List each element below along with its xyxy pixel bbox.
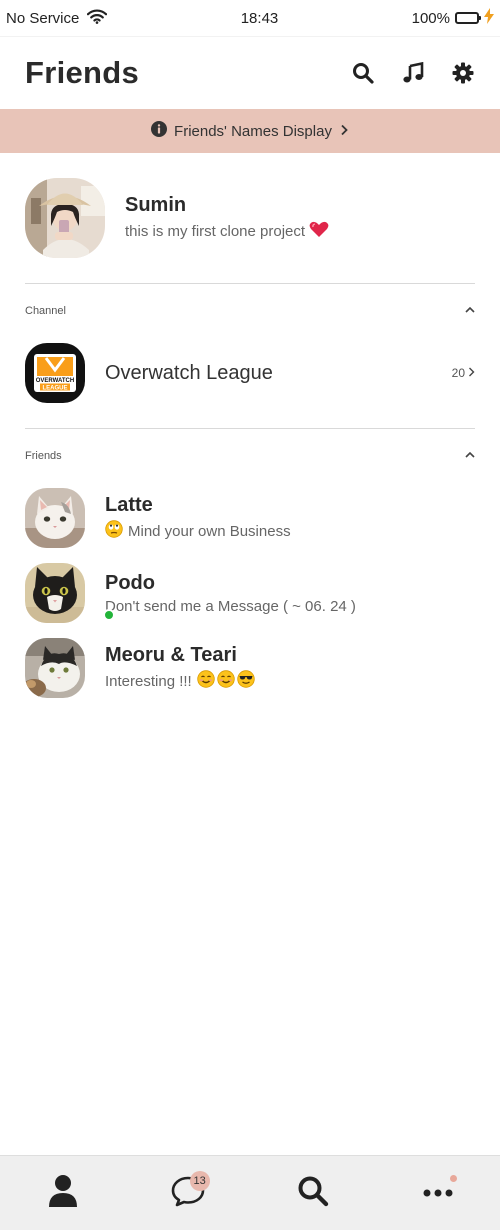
notification-dot (449, 1175, 457, 1182)
profile-status: this is my first clone project (125, 221, 329, 242)
chevron-up-icon[interactable] (465, 305, 475, 317)
friend-status: Mind your own Business (105, 520, 291, 542)
tab-search[interactable] (283, 1163, 343, 1223)
friend-name: Meoru & Teari (105, 644, 237, 666)
avatar (25, 638, 85, 698)
tab-bar: 13 (0, 1155, 500, 1230)
smile-emoji (217, 670, 235, 692)
search-icon (297, 1175, 329, 1212)
friend-status-text: Don't send me a Message ( ~ 06. 24 ) (105, 597, 356, 615)
friend-item-meoru-teari[interactable]: Meoru & Teari Interesting !!! (25, 638, 475, 698)
smile-emoji (197, 670, 215, 692)
channel-item-overwatch-league[interactable]: OVERWATCH LEAGUE Overwatch League 20 (25, 343, 475, 403)
page-header: Friends (0, 36, 500, 109)
channel-name: Overwatch League (105, 361, 273, 384)
friend-name: Podo (105, 571, 155, 594)
unread-badge: 13 (189, 1171, 210, 1191)
chevron-right-icon (468, 366, 475, 380)
friend-item-podo[interactable]: Podo Don't send me a Message ( ~ 06. 24 … (25, 563, 475, 623)
banner-label: Friends' Names Display (174, 122, 332, 140)
carrier-label: No Service (6, 9, 80, 27)
charging-icon (484, 8, 494, 28)
avatar (25, 488, 85, 548)
info-icon (151, 121, 168, 141)
friends-section-header[interactable]: Friends (25, 450, 475, 462)
profile-name: Sumin (125, 194, 187, 216)
avatar (25, 563, 85, 623)
friends-section-label: Friends (25, 450, 62, 462)
tab-chats[interactable]: 13 (158, 1163, 218, 1223)
rolling-eyes-emoji (105, 520, 123, 542)
friend-status: Interesting !!! (105, 670, 255, 692)
online-indicator (103, 609, 115, 621)
friend-status: Don't send me a Message ( ~ 06. 24 ) (105, 598, 356, 615)
battery-icon (455, 12, 481, 24)
channel-section-header[interactable]: Channel (25, 305, 475, 317)
channel-count: 20 (452, 366, 475, 380)
divider (25, 283, 475, 284)
tab-friends[interactable] (33, 1163, 93, 1223)
avatar (25, 178, 105, 258)
channel-count-value: 20 (451, 366, 465, 380)
status-bar: No Service 18:43 100% (0, 0, 500, 36)
page-title: Friends (25, 55, 140, 90)
profile-status-text: this is my first clone project (125, 223, 306, 240)
overwatch-league-logo: OVERWATCH LEAGUE (25, 343, 85, 403)
search-icon[interactable] (351, 61, 375, 85)
battery-percentage: 100% (411, 9, 450, 27)
sunglasses-emoji (237, 670, 255, 692)
friend-status-text: Mind your own Business (128, 522, 291, 540)
logo-text-bottom: LEAGUE (42, 385, 67, 391)
chevron-right-icon (339, 123, 349, 140)
channel-section-label: Channel (25, 305, 66, 317)
heart-icon (309, 221, 329, 242)
names-display-banner[interactable]: Friends' Names Display (0, 109, 500, 153)
chevron-up-icon[interactable] (465, 450, 475, 462)
clock: 18:43 (240, 9, 279, 27)
friend-item-latte[interactable]: Latte Mind your own Business (25, 488, 475, 548)
music-icon[interactable] (401, 61, 425, 85)
wifi-icon (87, 9, 108, 28)
divider (25, 428, 475, 429)
friend-name: Latte (105, 494, 153, 516)
more-icon (423, 1184, 453, 1202)
gear-icon[interactable] (451, 61, 475, 85)
logo-text-top: OVERWATCH (36, 378, 74, 384)
person-icon (48, 1174, 78, 1213)
friend-status-text: Interesting !!! (105, 672, 192, 690)
my-profile[interactable]: Sumin this is my first clone project (25, 178, 475, 258)
tab-more[interactable] (408, 1163, 468, 1223)
